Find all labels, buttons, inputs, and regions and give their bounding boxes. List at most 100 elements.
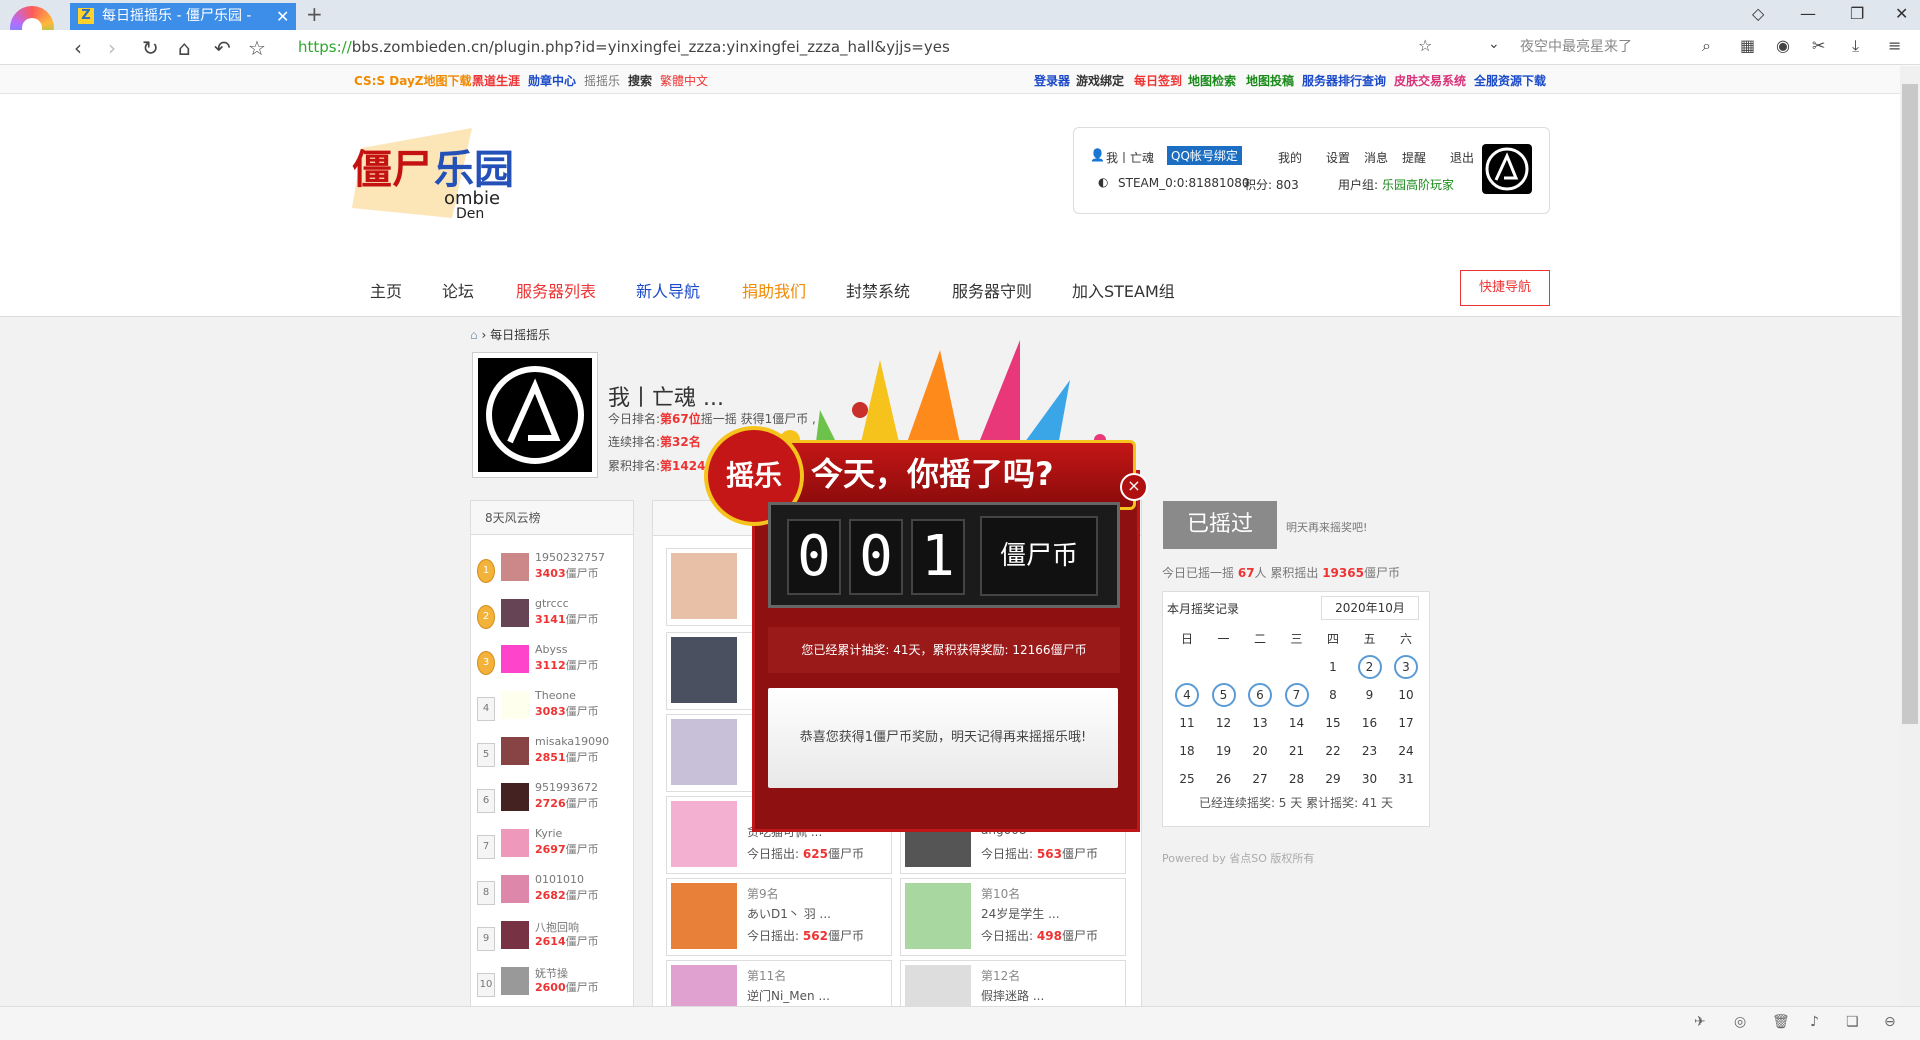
list-item[interactable]: 第12名 假摔迷路 ...: [900, 960, 1126, 1008]
leaderboard-name[interactable]: Abyss: [535, 643, 567, 656]
forward-icon[interactable]: ›: [108, 36, 116, 60]
close-tab-icon[interactable]: ✕: [276, 3, 289, 30]
avatar[interactable]: [501, 645, 529, 673]
menu-icon[interactable]: ≡: [1888, 36, 1901, 55]
leaderboard-item[interactable]: 5 misaka19090 2851僵尸币: [477, 731, 627, 775]
minimize-icon[interactable]: —: [1800, 4, 1816, 23]
back-icon[interactable]: ‹: [74, 36, 82, 60]
nav-newbie[interactable]: 新人导航: [636, 278, 700, 302]
bookmark-link[interactable]: 摇摇乐: [584, 72, 620, 89]
nav-ban-system[interactable]: 封禁系统: [846, 278, 910, 302]
leaderboard-name[interactable]: Kyrie: [535, 827, 562, 840]
user-menu-settings[interactable]: 设置: [1326, 149, 1350, 166]
apps-icon[interactable]: ▦: [1740, 36, 1755, 55]
bookmark-link[interactable]: 游戏绑定: [1076, 72, 1124, 89]
bookmark-link[interactable]: 登录器: [1034, 72, 1070, 89]
site-logo[interactable]: 僵尸 乐园 ombie Den: [352, 128, 514, 222]
status-icon-2[interactable]: ◎: [1734, 1014, 1746, 1030]
avatar[interactable]: [501, 921, 529, 949]
bookmark-link[interactable]: 繁體中文: [660, 72, 708, 89]
nav-steam-group[interactable]: 加入STEAM组: [1072, 278, 1175, 302]
avatar[interactable]: [1482, 144, 1532, 194]
list-item[interactable]: 第11名 逆门Ni_Men ...: [666, 960, 892, 1008]
extension-icon[interactable]: ◉: [1776, 36, 1790, 55]
nav-forum[interactable]: 论坛: [442, 278, 474, 302]
avatar[interactable]: [501, 737, 529, 765]
user-menu-my[interactable]: 我的: [1278, 149, 1302, 166]
leaderboard-item[interactable]: 8 0101010 2682僵尸币: [477, 869, 627, 913]
trash-icon[interactable]: 🗑: [1772, 1014, 1790, 1030]
user-menu-logout[interactable]: 退出: [1450, 149, 1474, 166]
bookmark-link[interactable]: 地图检索: [1188, 72, 1236, 89]
bookmark-star-icon[interactable]: ☆: [1418, 36, 1432, 55]
leaderboard-name[interactable]: gtrccc: [535, 597, 569, 610]
avatar[interactable]: [501, 967, 529, 995]
user-menu-messages[interactable]: 消息: [1364, 149, 1388, 166]
home-icon[interactable]: ⌂: [178, 36, 191, 60]
popup-close-button[interactable]: ×: [1120, 473, 1148, 501]
leaderboard-item[interactable]: 2 gtrccc 3141僵尸币: [477, 593, 627, 637]
list-item[interactable]: [666, 714, 762, 792]
undo-icon[interactable]: ↶: [214, 36, 231, 60]
leaderboard-item[interactable]: 4 Theone 3083僵尸币: [477, 685, 627, 729]
leaderboard-name[interactable]: 951993672: [535, 781, 598, 794]
leaderboard-name[interactable]: 0101010: [535, 873, 584, 886]
bookmark-link[interactable]: 每日签到: [1134, 72, 1182, 89]
nav-server-list[interactable]: 服务器列表: [516, 278, 596, 302]
browser-tab[interactable]: Z 每日摇摇乐 - 僵尸乐园 - ✕: [70, 3, 296, 30]
dropdown-icon[interactable]: ⌄: [1488, 36, 1500, 52]
zoom-icon[interactable]: ⊖: [1884, 1014, 1896, 1030]
leaderboard-name[interactable]: Theone: [535, 689, 576, 702]
status-icon-1[interactable]: ✈: [1694, 1014, 1706, 1030]
nav-donate[interactable]: 捐助我们: [742, 278, 806, 302]
leaderboard-item[interactable]: 10 妩节操 2600僵尸币: [477, 961, 627, 1005]
url-field[interactable]: https://bbs.zombieden.cn/plugin.php?id=y…: [298, 36, 1398, 58]
bookmark-link[interactable]: 黑道生涯: [472, 72, 520, 89]
bookmark-link[interactable]: 全服资源下载: [1474, 72, 1546, 89]
bookmark-link[interactable]: 搜索: [628, 72, 652, 89]
avatar[interactable]: [501, 599, 529, 627]
leaderboard-item[interactable]: 3 Abyss 3112僵尸币: [477, 639, 627, 683]
breadcrumb-current[interactable]: 每日摇摇乐: [490, 328, 550, 342]
favorite-star-icon[interactable]: ☆: [248, 36, 266, 60]
window-icon[interactable]: ❏: [1846, 1014, 1859, 1030]
list-item[interactable]: [666, 548, 762, 626]
reload-icon[interactable]: ↻: [142, 36, 159, 60]
screenshot-icon[interactable]: ✂: [1812, 36, 1825, 55]
quick-nav-button[interactable]: 快捷导航: [1460, 270, 1550, 306]
avatar[interactable]: [501, 875, 529, 903]
nav-server-rules[interactable]: 服务器守则: [952, 278, 1032, 302]
leaderboard-item[interactable]: 6 951993672 2726僵尸币: [477, 777, 627, 821]
home-icon[interactable]: ⌂: [470, 328, 478, 342]
download-icon[interactable]: ⤓: [1852, 36, 1859, 56]
search-input[interactable]: 夜空中最亮星来了: [1520, 36, 1710, 58]
avatar[interactable]: [501, 553, 529, 581]
scrollbar-thumb[interactable]: [1902, 84, 1918, 724]
avatar[interactable]: [501, 783, 529, 811]
group-link[interactable]: 乐园高阶玩家: [1382, 176, 1454, 193]
user-menu-reminders[interactable]: 提醒: [1402, 149, 1426, 166]
skin-icon[interactable]: ◇: [1752, 4, 1764, 23]
bookmark-link[interactable]: 皮肤交易系统: [1394, 72, 1466, 89]
search-icon[interactable]: ⌕: [1702, 36, 1711, 56]
leaderboard-item[interactable]: 9 八抱回响 2614僵尸币: [477, 915, 627, 959]
volume-icon[interactable]: ♪: [1810, 1014, 1819, 1030]
avatar[interactable]: [501, 691, 529, 719]
qq-bind-button[interactable]: QQ帐号绑定: [1167, 146, 1242, 165]
list-item[interactable]: 第10名 24岁是学生 ... 今日摇出: 498僵尸币: [900, 878, 1126, 956]
nav-home[interactable]: 主页: [370, 278, 402, 302]
leaderboard-name[interactable]: misaka19090: [535, 735, 609, 748]
avatar[interactable]: [501, 829, 529, 857]
leaderboard-item[interactable]: 7 Kyrie 2697僵尸币: [477, 823, 627, 867]
list-item[interactable]: [666, 632, 762, 710]
bookmark-link[interactable]: 地图投稿: [1246, 72, 1294, 89]
close-window-icon[interactable]: ✕: [1895, 4, 1908, 23]
username-link[interactable]: 我丨亡魂: [1106, 149, 1154, 166]
list-item[interactable]: 第9名 あいD1丶 羽 ... 今日摇出: 562僵尸币: [666, 878, 892, 956]
bookmark-link[interactable]: 服务器排行查询: [1302, 72, 1386, 89]
leaderboard-item[interactable]: 1 1950232757 3403僵尸币: [477, 547, 627, 591]
bookmark-link[interactable]: CS:S DayZ地图下载: [354, 72, 472, 89]
new-tab-button[interactable]: +: [306, 2, 323, 26]
maximize-icon[interactable]: ❐: [1850, 4, 1864, 23]
leaderboard-name[interactable]: 1950232757: [535, 551, 605, 564]
